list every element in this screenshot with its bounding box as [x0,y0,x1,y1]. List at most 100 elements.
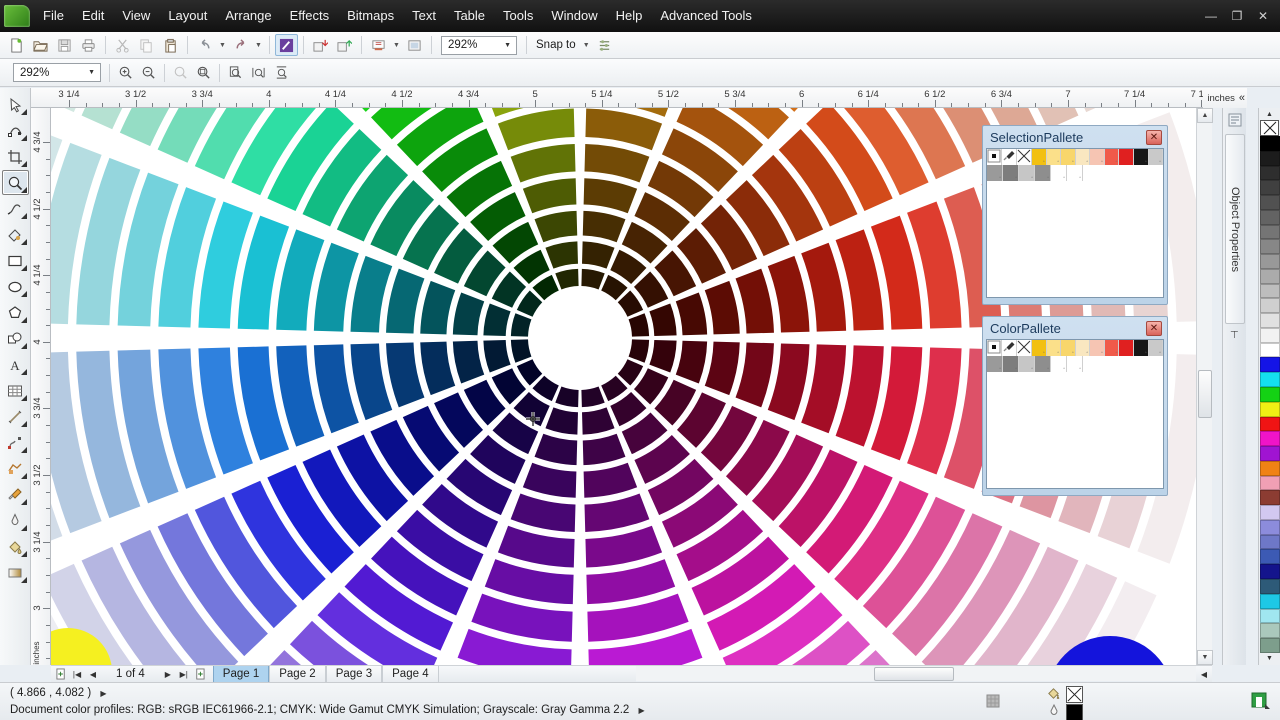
wheel-swatch[interactable] [767,343,810,421]
undo-dropdown-arrow-icon[interactable]: ▼ [217,34,228,56]
wheel-swatch[interactable] [649,340,677,373]
color-swatch[interactable]: ▫ [1104,149,1120,165]
tool-flyout-arrow-icon[interactable] [20,577,27,583]
no-color-icon[interactable] [1017,340,1032,356]
wheel-swatch[interactable] [704,341,740,396]
palette-color-swatch[interactable] [1260,357,1280,373]
application-launcher-icon[interactable] [403,34,426,56]
zoom-level-combo[interactable]: 292% ▼ [441,35,517,55]
color-eyedropper-tool[interactable] [2,482,29,507]
tool-flyout-arrow-icon[interactable] [20,343,27,349]
palette-color-swatch[interactable] [1260,283,1280,299]
paste-icon[interactable] [159,34,182,56]
palette-color-swatch[interactable] [1260,416,1280,432]
menu-text[interactable]: Text [403,4,445,28]
color-swatch[interactable]: ▫ [1032,149,1047,165]
wheel-swatch[interactable] [581,268,605,290]
palette-color-swatch[interactable] [1260,180,1280,196]
palette-color-swatch[interactable] [1260,490,1280,506]
palette-swatch-row[interactable]: ▫ ▫ ▫ ▫ ▫ ▫ ▫ ▫ ▫ [987,149,1164,165]
eyedropper-icon[interactable] [1002,149,1017,165]
menu-arrange[interactable]: Arrange [216,4,280,28]
object-properties-icon[interactable] [1227,112,1243,128]
publish-dropdown-arrow-icon[interactable]: ▼ [391,34,402,56]
menu-tools[interactable]: Tools [494,4,542,28]
menu-edit[interactable]: Edit [73,4,113,28]
outline-color-swatch[interactable] [1066,704,1083,720]
color-swatch[interactable]: ▫ [1133,149,1149,165]
palette-color-swatch[interactable] [1260,313,1280,328]
save-document-icon[interactable] [53,34,76,56]
wheel-swatch[interactable] [582,241,615,269]
palette-color-swatch[interactable] [1260,505,1280,520]
color-swatch[interactable]: ▫ [1051,356,1067,372]
color-swatch[interactable]: ▫ [1119,340,1134,356]
horizontal-scrollbar[interactable] [636,665,1212,681]
wheel-swatch[interactable] [350,255,393,333]
color-pallete-docker[interactable]: ColorPallete ✕ ▫ ▫ ▫ ▫ ▫ ▫ ▫ ▫ ▫ ▫ ▫ ▫ ▫ ▫ ▫ [982,316,1168,496]
palette-color-swatch[interactable] [1260,638,1280,653]
tool-flyout-arrow-icon[interactable] [20,109,27,115]
rectangle-tool[interactable] [2,248,29,273]
wheel-swatch[interactable] [675,292,708,336]
export-icon[interactable] [333,34,356,56]
wheel-swatch[interactable] [420,341,456,396]
wheel-swatch[interactable] [516,290,543,317]
redo-icon[interactable] [229,34,252,56]
tool-flyout-arrow-icon[interactable] [20,265,27,271]
fill-color-swatch[interactable] [1066,686,1083,703]
zoom-in-icon[interactable] [114,62,137,84]
tool-flyout-arrow-icon[interactable] [20,447,27,453]
wheel-swatch[interactable] [532,274,559,301]
palette-color-swatch[interactable] [1260,268,1280,284]
next-page-button[interactable]: ▶ [161,667,175,682]
zoom-to-page-width-icon[interactable] [247,62,270,84]
palette-color-swatch[interactable] [1260,387,1280,402]
no-color-icon[interactable] [1017,149,1032,165]
wheel-swatch[interactable] [582,407,615,435]
close-button[interactable]: ✕ [1250,4,1276,28]
first-page-button[interactable]: |◀ [70,667,84,682]
vertical-ruler[interactable]: 4 3/4 4 1/2 4 1/4 4 3 3/4 3 1/2 3 1/4 3 inches [31,108,51,665]
wheel-swatch[interactable] [583,462,638,498]
smart-fill-tool[interactable] [2,222,29,247]
palette-color-swatch[interactable] [1260,342,1280,358]
zoom-out-icon[interactable] [137,62,160,84]
palette-swatch-row[interactable]: ▫ ▫ ▫ ▫ ▫ ▫ [987,165,1083,181]
wheel-swatch[interactable] [386,268,425,334]
palette-color-swatch[interactable] [1260,327,1280,343]
palette-color-swatch[interactable] [1260,150,1280,166]
wheel-swatch[interactable] [585,108,663,151]
palette-color-swatch[interactable] [1260,460,1280,476]
chevron-down-icon[interactable]: ▼ [85,69,98,76]
wheel-swatch[interactable] [601,274,628,301]
tool-flyout-arrow-icon[interactable] [20,239,27,245]
color-swatch[interactable]: ▫ [1067,165,1083,181]
wheel-swatch[interactable] [617,290,644,317]
menu-advanced-tools[interactable]: Advanced Tools [651,4,761,28]
wheel-swatch[interactable] [582,433,626,466]
color-swatch[interactable]: ▫ [1003,356,1019,372]
vertical-scroll-thumb[interactable] [1198,370,1212,418]
eyedropper-icon[interactable] [1002,340,1017,356]
color-swatch[interactable]: ▫ [1035,165,1051,181]
page-tab[interactable]: Page 4 [382,665,439,683]
palette-color-swatch[interactable] [1260,224,1280,240]
tool-flyout-arrow-icon[interactable] [20,473,27,479]
add-page-before-icon[interactable] [54,667,68,682]
palette-color-swatch[interactable] [1260,401,1280,417]
undo-icon[interactable] [193,34,216,56]
dimension-tool[interactable] [2,404,29,429]
tool-flyout-arrow-icon[interactable] [20,395,27,401]
page-scroll-left-button[interactable]: ◀ [1196,665,1212,682]
color-swatch[interactable]: ▫ [987,356,1003,372]
palette-color-swatch[interactable] [1260,475,1280,491]
wheel-swatch[interactable] [452,340,485,384]
wheel-swatch[interactable] [516,359,543,386]
zoom-toolbar-level-combo[interactable]: 292% ▼ [13,63,101,82]
tool-flyout-arrow-icon[interactable] [20,525,27,531]
redo-dropdown-arrow-icon[interactable]: ▼ [253,34,264,56]
copy-icon[interactable] [135,34,158,56]
tool-flyout-arrow-icon[interactable] [20,499,27,505]
last-page-button[interactable]: ▶| [177,667,191,682]
